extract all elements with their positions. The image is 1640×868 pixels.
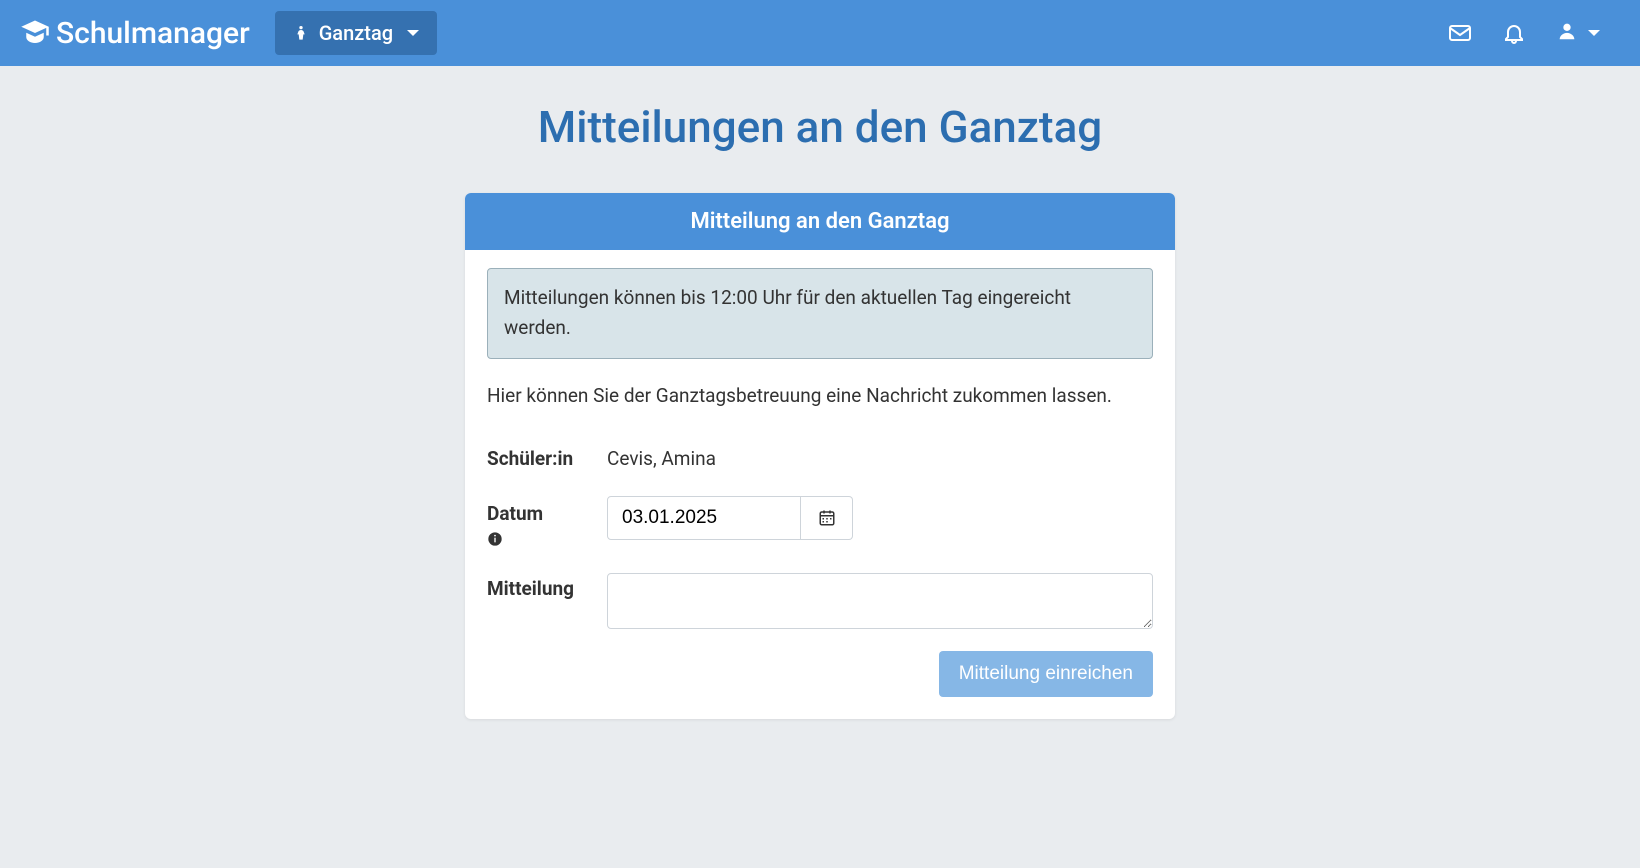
child-icon [293, 25, 309, 41]
submit-row: Mitteilung einreichen [487, 651, 1153, 697]
calendar-icon [818, 509, 836, 527]
student-label: Schüler:in [487, 441, 607, 470]
brand-text: Schulmanager [56, 16, 250, 51]
card-body: Mitteilungen können bis 12:00 Uhr für de… [465, 250, 1175, 719]
navbar-left: Schulmanager Ganztag [20, 11, 437, 55]
graduation-cap-icon [20, 18, 50, 48]
date-input-group [607, 496, 853, 540]
brand[interactable]: Schulmanager [20, 16, 250, 51]
card-header: Mitteilung an den Ganztag [465, 193, 1175, 250]
message-label: Mitteilung [487, 573, 607, 600]
form-row-date: Datum [487, 496, 1153, 547]
date-label-group: Datum [487, 496, 607, 547]
message-textarea[interactable] [607, 573, 1153, 629]
mail-icon[interactable] [1448, 21, 1472, 45]
nav-dropdown-ganztag[interactable]: Ganztag [275, 11, 437, 55]
caret-down-icon [1588, 30, 1600, 36]
submit-button[interactable]: Mitteilung einreichen [939, 651, 1153, 697]
info-icon[interactable] [487, 531, 503, 547]
user-dropdown[interactable] [1556, 20, 1600, 46]
date-input[interactable] [607, 496, 801, 540]
card: Mitteilung an den Ganztag Mitteilungen k… [465, 193, 1175, 719]
nav-dropdown-label: Ganztag [319, 21, 393, 45]
page-title: Mitteilungen an den Ganztag [0, 101, 1640, 153]
form-row-student: Schüler:in Cevis, Amina [487, 441, 1153, 470]
info-box: Mitteilungen können bis 12:00 Uhr für de… [487, 268, 1153, 359]
form-row-message: Mitteilung [487, 573, 1153, 633]
bell-icon[interactable] [1502, 21, 1526, 45]
caret-down-icon [407, 30, 419, 36]
navbar-right [1448, 20, 1620, 46]
student-value: Cevis, Amina [607, 441, 716, 470]
date-picker-button[interactable] [801, 496, 853, 540]
navbar: Schulmanager Ganztag [0, 0, 1640, 66]
date-label: Datum [487, 502, 607, 525]
user-icon [1556, 20, 1578, 46]
description: Hier können Sie der Ganztagsbetreuung ei… [487, 381, 1153, 411]
